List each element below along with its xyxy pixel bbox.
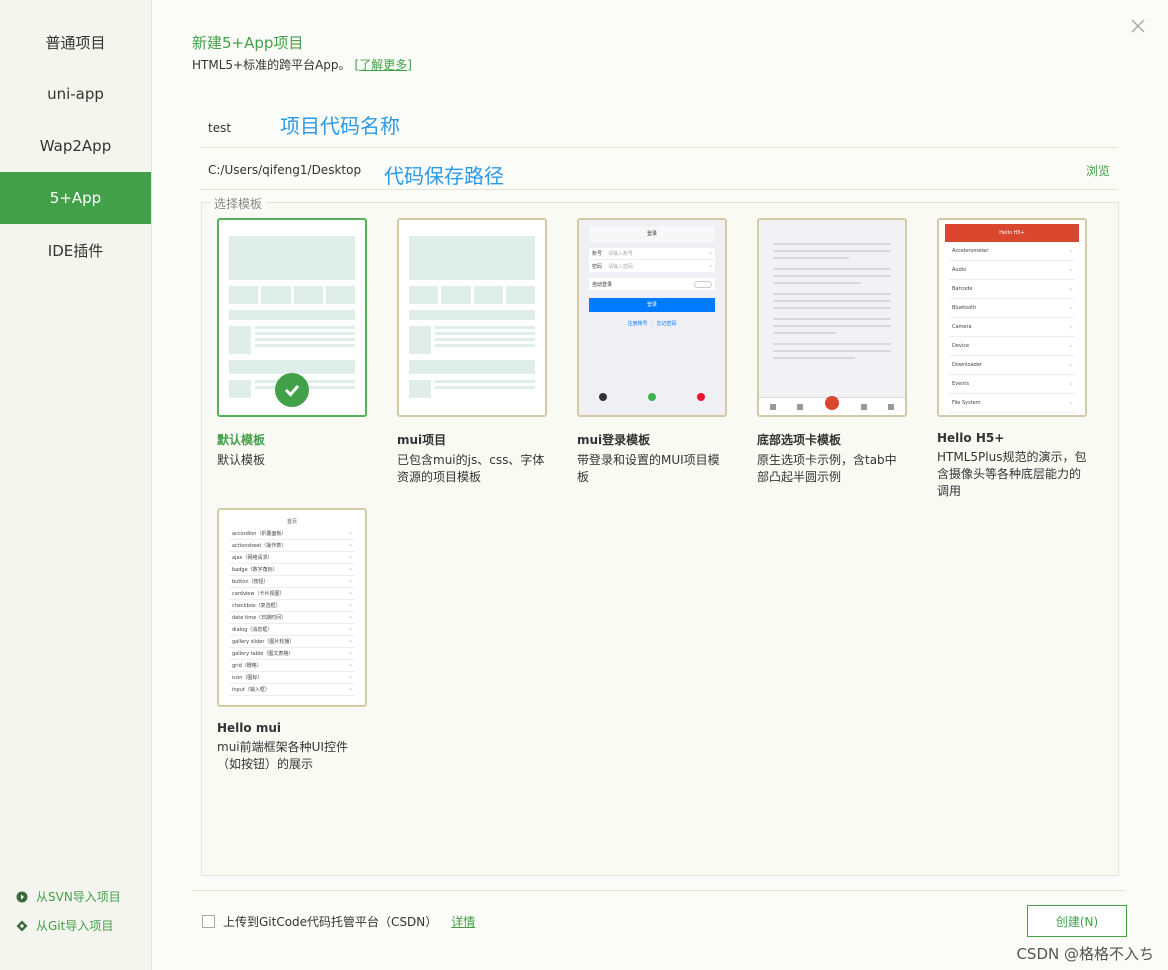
template-thumb-tabbar xyxy=(757,218,907,417)
mui-preview-header: 首页 xyxy=(286,519,297,525)
preview-list-row: Barcode xyxy=(949,280,1075,299)
path-field: 浏览 xyxy=(200,150,1118,190)
login-preview-toggle xyxy=(694,280,712,288)
import-svn-link[interactable]: 从SVN导入项目 xyxy=(16,888,121,905)
path-annotation: 代码保存路径 xyxy=(384,164,504,188)
sidebar-item-ide-plugin[interactable]: IDE插件 xyxy=(0,224,151,276)
preview-list-row: grid（栅格） xyxy=(229,660,355,672)
template-name: Hello H5+ xyxy=(937,431,1005,445)
login-preview-account-ph: 请输入账号 xyxy=(608,251,634,257)
preview-list-row: checkbox（复选框） xyxy=(229,600,355,612)
sidebar-item-uniapp[interactable]: uni-app xyxy=(0,68,151,120)
template-desc: 默认模板 xyxy=(217,453,266,467)
page-subtitle: HTML5+标准的跨平台App。 [了解更多] xyxy=(192,56,412,73)
preview-list-row: icon（图标） xyxy=(229,672,355,684)
close-button[interactable] xyxy=(1128,16,1148,36)
template-card-hello-mui[interactable]: 首页 accordion（折叠面板）actionsheet（操作表）ajax（网… xyxy=(217,508,369,773)
template-legend: 选择模板 xyxy=(210,195,267,212)
import-svn-label: 从SVN导入项目 xyxy=(36,890,121,904)
preview-list-row: Accelerometer xyxy=(949,242,1075,261)
sidebar: 普通项目 uni-app Wap2App 5+App IDE插件 从SVN导入项… xyxy=(0,0,152,970)
create-button[interactable]: 创建(N) xyxy=(1027,905,1127,937)
preview-list-row: date time（日期时间） xyxy=(229,612,355,624)
import-git-label: 从Git导入项目 xyxy=(36,919,114,933)
template-desc: 原生选项卡示例，含tab中部凸起半圆示例 xyxy=(757,453,897,484)
upload-label: 上传到GitCode代码托管平台（CSDN） xyxy=(223,915,438,929)
weibo-icon xyxy=(696,393,705,401)
login-preview-button: 登录 xyxy=(589,298,715,312)
template-name: 默认模板 xyxy=(217,433,266,447)
preview-list-row: gallery slider（图片轮播） xyxy=(229,636,355,648)
template-card-mui[interactable]: mui项目 已包含mui的js、css、字体资源的项目模板 xyxy=(397,218,549,486)
main-panel: 新建5+App项目 HTML5+标准的跨平台App。[了解更多] 项目代码名称 … xyxy=(152,0,1168,970)
template-card-hello-h5plus[interactable]: Hello H5+ AccelerometerAudioBarcodeBluet… xyxy=(937,218,1089,500)
import-links: 从SVN导入项目 从Git导入项目 xyxy=(16,876,121,934)
login-preview-forgot: 忘记密码 xyxy=(656,321,677,327)
upload-checkbox[interactable] xyxy=(202,915,215,928)
login-preview-password-label: 密码 xyxy=(592,263,603,270)
template-thumb-mui xyxy=(397,218,547,417)
preview-list-row: actionsheet（操作表） xyxy=(229,540,355,552)
template-desc: HTML5Plus规范的演示，包含摄像头等各种底层能力的调用 xyxy=(937,450,1087,498)
template-thumb-mui-login: 登录 账号请输入账号 密码请输入密码 自动登录 登录 注册账号 | 忘记密码 xyxy=(577,218,727,417)
template-card-tabbar[interactable]: 底部选项卡模板 原生选项卡示例，含tab中部凸起半圆示例 xyxy=(757,218,909,486)
template-name: mui项目 xyxy=(397,433,447,447)
template-desc: 带登录和设置的MUI项目模板 xyxy=(577,453,720,484)
git-icon xyxy=(16,920,28,932)
preview-list-row: accordion（折叠面板） xyxy=(229,528,355,540)
login-preview-password-ph: 请输入密码 xyxy=(608,263,634,270)
sidebar-item-wap2app[interactable]: Wap2App xyxy=(0,120,151,172)
details-link[interactable]: 详情 xyxy=(451,913,475,930)
close-icon xyxy=(1131,19,1145,33)
preview-list-row: Camera xyxy=(949,318,1075,337)
template-desc: mui前端框架各种UI控件（如按钮）的展示 xyxy=(217,740,348,771)
sidebar-item-normal[interactable]: 普通项目 xyxy=(0,16,151,68)
preview-list-row: Downloader xyxy=(949,356,1075,375)
import-git-link[interactable]: 从Git导入项目 xyxy=(16,917,121,934)
login-preview-header: 登录 xyxy=(589,226,715,242)
upload-option: 上传到GitCode代码托管平台（CSDN） 详情 xyxy=(202,913,475,930)
page-title: 新建5+App项目 xyxy=(192,34,304,52)
mui-preview-list: accordion（折叠面板）actionsheet（操作表）ajax（网络请求… xyxy=(229,528,355,696)
template-card-mui-login[interactable]: 登录 账号请输入账号 密码请输入密码 自动登录 登录 注册账号 | 忘记密码 m… xyxy=(577,218,729,486)
footer-divider xyxy=(192,890,1126,891)
template-name: Hello mui xyxy=(217,721,281,735)
project-name-annotation: 项目代码名称 xyxy=(280,114,400,138)
template-name: mui登录模板 xyxy=(577,433,651,447)
sidebar-item-5plusapp[interactable]: 5+App xyxy=(0,172,151,224)
project-type-list: 普通项目 uni-app Wap2App 5+App IDE插件 xyxy=(0,0,151,276)
preview-list-row: File System xyxy=(949,394,1075,413)
preview-list-row: Events xyxy=(949,375,1075,394)
login-preview-account-label: 账号 xyxy=(592,251,603,257)
selected-check-icon xyxy=(275,373,309,407)
preview-list-row: ajax（网络请求） xyxy=(229,552,355,564)
h5plus-preview-list: AccelerometerAudioBarcodeBluetoothCamera… xyxy=(949,242,1075,413)
template-desc: 已包含mui的js、css、字体资源的项目模板 xyxy=(397,453,545,484)
preview-list-row: Audio xyxy=(949,261,1075,280)
login-preview-register: 注册账号 xyxy=(627,321,648,327)
preview-list-row: Bluetooth xyxy=(949,299,1075,318)
subtitle-text: HTML5+标准的跨平台App。 xyxy=(192,58,351,72)
preview-list-row: dialog（消息框） xyxy=(229,624,355,636)
h5plus-preview-header: Hello H5+ xyxy=(945,224,1079,242)
preview-list-row: Device xyxy=(949,337,1075,356)
preview-list-row: badge（数字角标） xyxy=(229,564,355,576)
qq-icon xyxy=(599,393,608,401)
preview-list-row: gallery table（图文表格） xyxy=(229,648,355,660)
learn-more-link[interactable]: [了解更多] xyxy=(355,58,412,72)
template-thumb-default xyxy=(217,218,367,417)
template-card-default[interactable]: 默认模板 默认模板 xyxy=(217,218,369,469)
watermark: CSDN @格格不入ち xyxy=(1016,945,1154,963)
preview-list-row: cardview（卡片视图） xyxy=(229,588,355,600)
preview-list-row: input（输入框） xyxy=(229,684,355,696)
wechat-icon xyxy=(647,393,656,401)
login-preview-auto-login: 自动登录 xyxy=(592,281,613,288)
template-thumb-hello-h5plus: Hello H5+ AccelerometerAudioBarcodeBluet… xyxy=(937,218,1087,417)
browse-button[interactable]: 浏览 xyxy=(1086,162,1110,179)
template-name: 底部选项卡模板 xyxy=(757,433,842,447)
svn-icon xyxy=(16,891,28,903)
template-thumb-hello-mui: 首页 accordion（折叠面板）actionsheet（操作表）ajax（网… xyxy=(217,508,367,707)
center-tab-icon xyxy=(824,395,839,410)
preview-list-row: button（按钮） xyxy=(229,576,355,588)
